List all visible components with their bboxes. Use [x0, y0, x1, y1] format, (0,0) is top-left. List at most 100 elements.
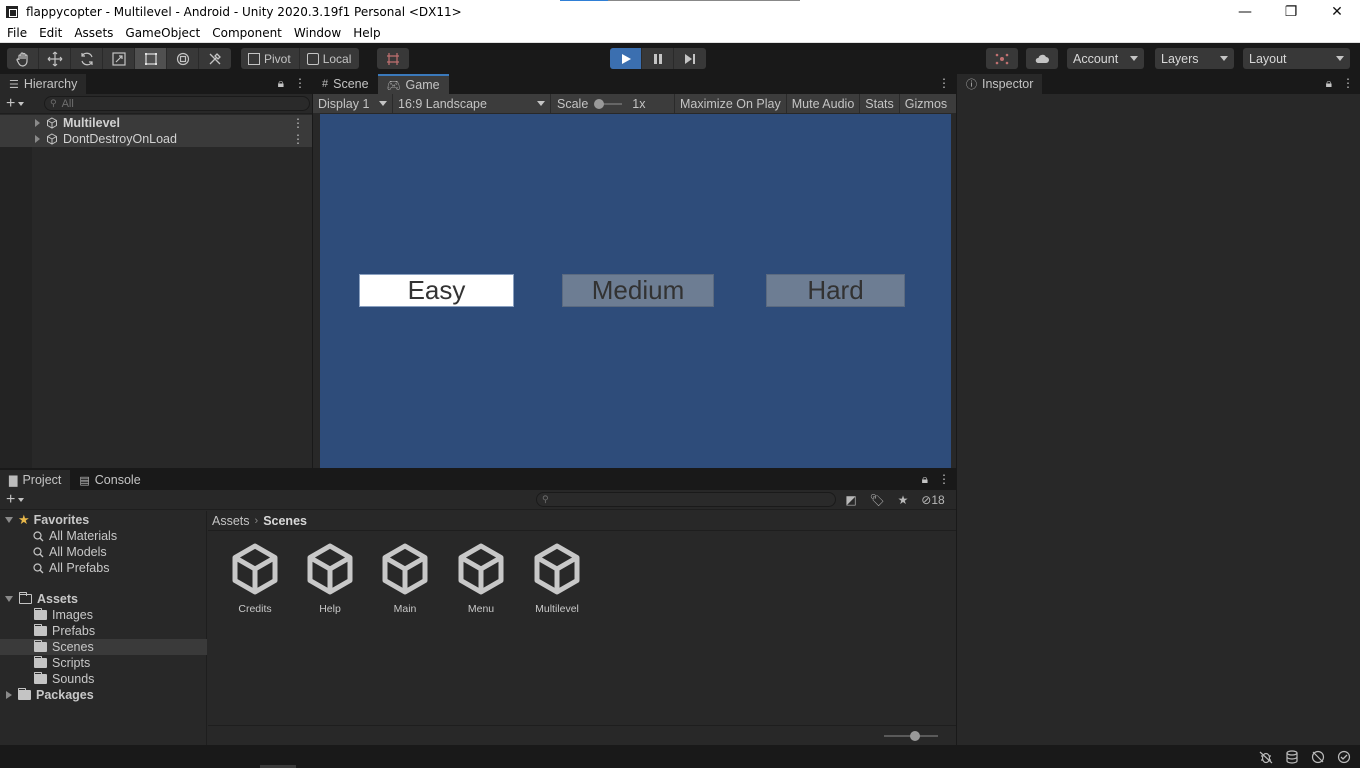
hierarchy-item-multilevel[interactable]: Multilevel ⋮ [0, 115, 312, 131]
folder-sounds[interactable]: Sounds [0, 671, 207, 687]
game-canvas[interactable]: Easy Medium Hard [320, 114, 951, 468]
transform-tool-icon[interactable] [167, 48, 199, 69]
cloud-button[interactable] [1026, 48, 1058, 69]
tab-game[interactable]: 🎮︎ Game [377, 74, 449, 94]
collapse-arrow-icon[interactable] [5, 596, 13, 602]
tab-project[interactable]: ▇ Project [0, 470, 71, 490]
play-button[interactable] [610, 48, 642, 69]
display-dropdown[interactable]: Display 1 [313, 94, 393, 113]
account-dropdown[interactable]: Account [1067, 48, 1144, 69]
menu-file[interactable]: File [0, 26, 33, 40]
favorite-item-all-models[interactable]: All Models [0, 544, 207, 560]
breadcrumb-current[interactable]: Scenes [263, 514, 307, 528]
kebab-menu-icon[interactable]: ⋮ [1342, 76, 1354, 91]
hard-button[interactable]: Hard [766, 274, 905, 307]
hierarchy-item-dontdestroyonload[interactable]: DontDestroyOnLoad ⋮ [0, 131, 312, 147]
breadcrumb-root[interactable]: Assets [212, 514, 250, 528]
scene-asset-menu[interactable]: Menu [446, 543, 516, 615]
kebab-menu-icon[interactable]: ⋮ [292, 132, 304, 146]
scene-asset-credits[interactable]: Credits [220, 543, 290, 615]
menu-edit[interactable]: Edit [33, 26, 68, 40]
collab-icon [995, 53, 1009, 64]
aspect-dropdown[interactable]: 16:9 Landscape [393, 94, 551, 113]
debug-mode-icon[interactable] [1258, 749, 1274, 765]
maximize-button[interactable]: ❐ [1268, 0, 1314, 23]
kebab-menu-icon[interactable]: ⋮ [292, 116, 304, 130]
cache-server-icon[interactable] [1284, 749, 1300, 765]
lock-icon[interactable]: 🔒︎ [922, 472, 928, 487]
unity-app-icon [6, 5, 18, 18]
assets-label: Assets [37, 592, 78, 606]
expand-arrow-icon[interactable] [35, 119, 40, 127]
tab-inspector[interactable]: ⓘ Inspector [957, 74, 1043, 94]
search-by-label-icon[interactable]: 🏷︎ [864, 491, 890, 509]
tree-packages[interactable]: Packages [0, 687, 207, 703]
close-button[interactable]: ✕ [1314, 0, 1360, 23]
lock-icon[interactable]: 🔒︎ [1326, 76, 1332, 91]
medium-button[interactable]: Medium [562, 274, 714, 307]
lock-icon[interactable]: 🔒︎ [278, 76, 284, 91]
folder-scripts[interactable]: Scripts [0, 655, 207, 671]
pivot-local-group: Pivot Local [241, 48, 360, 69]
gizmos-toggle[interactable]: Gizmos [900, 94, 952, 113]
breadcrumb: Assets › Scenes [212, 511, 307, 530]
minimize-button[interactable]: — [1222, 0, 1268, 23]
scene-asset-multilevel[interactable]: Multilevel [522, 543, 592, 615]
tree-favorites[interactable]: ★ Favorites [0, 512, 207, 528]
favorite-item-all-materials[interactable]: All Materials [0, 528, 207, 544]
scale-control[interactable]: Scale 1x [551, 94, 675, 113]
menu-assets[interactable]: Assets [68, 26, 119, 40]
step-button[interactable] [674, 48, 706, 69]
favorite-star-icon[interactable]: ★ [890, 491, 916, 509]
favorite-item-all-prefabs[interactable]: All Prefabs [0, 560, 207, 576]
easy-button[interactable]: Easy [359, 274, 514, 307]
expand-arrow-icon[interactable] [6, 691, 12, 699]
search-by-type-icon[interactable]: ◩ [838, 491, 864, 509]
stats-toggle[interactable]: Stats [860, 94, 900, 113]
maximize-on-play-toggle[interactable]: Maximize On Play [675, 94, 787, 113]
scale-tool-icon[interactable] [103, 48, 135, 69]
create-button[interactable]: + [6, 95, 32, 113]
scene-asset-main[interactable]: Main [370, 543, 440, 615]
hierarchy-panel: ☰ Hierarchy 🔒︎ ⋮ + ⚲ All Multilevel ⋮ Do… [0, 73, 312, 468]
hidden-packages-toggle[interactable]: ⊘ 18 [916, 491, 950, 509]
mute-audio-toggle[interactable]: Mute Audio [787, 94, 861, 113]
tab-console[interactable]: ▤ Console [70, 470, 149, 490]
hierarchy-search-input[interactable]: ⚲ All [44, 96, 310, 111]
menu-component[interactable]: Component [206, 26, 288, 40]
layout-dropdown[interactable]: Layout [1243, 48, 1350, 69]
local-toggle[interactable]: Local [300, 48, 360, 69]
menu-help[interactable]: Help [347, 26, 386, 40]
layers-dropdown[interactable]: Layers [1155, 48, 1234, 69]
tree-assets[interactable]: Assets [0, 591, 207, 607]
tab-hierarchy[interactable]: ☰ Hierarchy [0, 74, 87, 94]
grid-snap-button[interactable] [377, 48, 409, 69]
collapse-arrow-icon[interactable] [5, 517, 13, 523]
scene-asset-help[interactable]: Help [295, 543, 365, 615]
menu-window[interactable]: Window [288, 26, 347, 40]
kebab-menu-icon[interactable]: ⋮ [938, 472, 950, 487]
progress-complete-icon[interactable] [1336, 749, 1352, 765]
rect-tool-icon[interactable] [135, 48, 167, 69]
move-tool-icon[interactable] [39, 48, 71, 69]
kebab-menu-icon[interactable]: ⋮ [294, 76, 306, 91]
custom-tools-icon[interactable] [199, 48, 231, 69]
hand-tool-icon[interactable] [7, 48, 39, 69]
pivot-toggle[interactable]: Pivot [241, 48, 300, 69]
folder-icon [34, 640, 47, 652]
project-search-input[interactable]: ⚲ [536, 492, 836, 507]
icon-size-slider[interactable] [884, 731, 938, 741]
collab-button[interactable] [986, 48, 1018, 69]
tab-scene[interactable]: # Scene [313, 74, 378, 94]
folder-scenes[interactable]: Scenes [0, 639, 207, 655]
create-asset-button[interactable]: + [6, 491, 32, 509]
rotate-tool-icon[interactable] [71, 48, 103, 69]
pause-button[interactable] [642, 48, 674, 69]
kebab-menu-icon[interactable]: ⋮ [938, 76, 950, 90]
expand-arrow-icon[interactable] [35, 135, 40, 143]
folder-prefabs[interactable]: Prefabs [0, 623, 207, 639]
menu-gameobject[interactable]: GameObject [119, 26, 206, 40]
folder-images[interactable]: Images [0, 607, 207, 623]
scale-slider[interactable] [594, 98, 623, 109]
auto-generate-lighting-icon[interactable] [1310, 749, 1326, 765]
